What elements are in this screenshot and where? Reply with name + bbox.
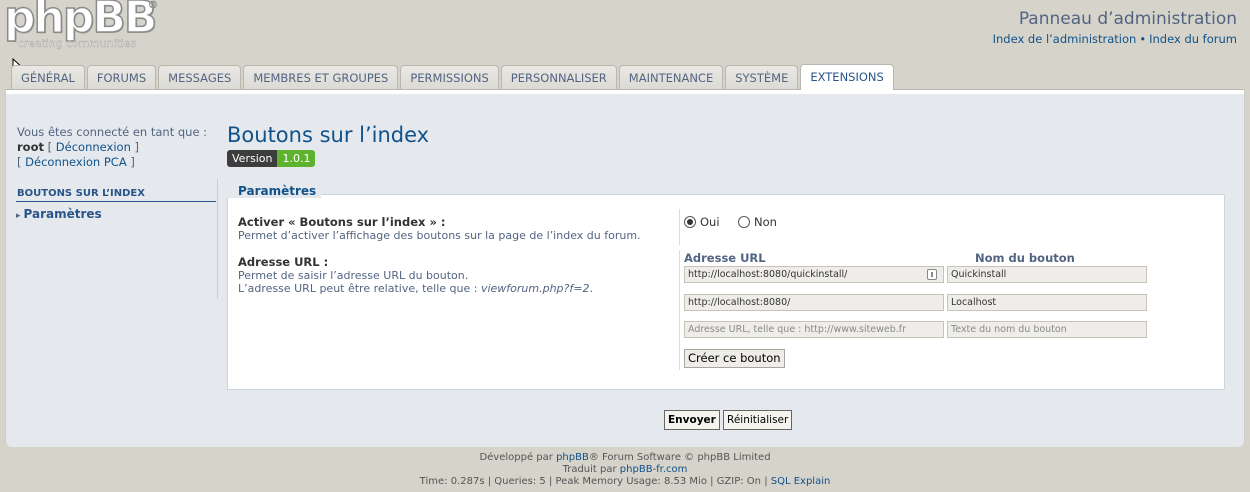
row-divider [679,209,680,245]
radio-non[interactable]: Non [738,215,777,229]
tab-forums[interactable]: FORUMS [86,65,157,89]
footer-debug: Time: 0.287s | Queries: 5 | Peak Memory … [0,476,1250,488]
tab-system[interactable]: SYSTÈME [725,65,799,89]
radio-non-label: Non [754,215,777,229]
tab-extensions[interactable]: EXTENSIONS [800,64,894,90]
tab-members-groups[interactable]: MEMBRES ET GROUPES [243,65,399,89]
url-setting-description: Adresse URL : Permet de saisir l’adresse… [238,255,668,296]
phpbb-fr-link[interactable]: phpBB-fr.com [620,464,688,475]
page-title: Boutons sur l’index [227,123,430,147]
url-label: Adresse URL : [238,255,329,269]
link-separator: • [1139,32,1147,46]
footer-text: ® Forum Software © phpBB Limited [588,452,771,463]
sidebar-divider [217,179,218,299]
radio-selected-icon [684,216,696,228]
url-explain-example: viewforum.php?f=2 [480,282,590,295]
footer: Développé par phpBB® Forum Software © ph… [0,452,1250,488]
logo-tagline: creating communities [18,38,137,50]
main-panel: Vous êtes connecté en tant que : root [ … [5,89,1245,447]
arrow-right-icon: ▸ [16,211,21,221]
sidebar-item-label: Paramètres [23,207,102,221]
logo-wordmark: phpBB [3,0,158,44]
fieldset-legend: Paramètres [227,184,322,198]
admin-index-link[interactable]: Index de l’administration [993,32,1137,46]
new-button-name-input[interactable]: Texte du nom du bouton [947,321,1147,338]
tab-customise[interactable]: PERSONNALISER [500,65,617,89]
column-header-name: Nom du bouton [975,251,1075,265]
tab-general[interactable]: GÉNÉRAL [11,65,85,89]
reset-button[interactable]: Réinitialiser [723,410,793,430]
radio-oui[interactable]: Oui [684,215,720,229]
create-button-button[interactable]: Créer ce bouton [684,349,785,368]
enable-setting-description: Activer « Boutons sur l’index » : Permet… [238,215,668,243]
button-name-input[interactable]: Localhost [947,294,1147,311]
logout-link[interactable]: Déconnexion [56,140,131,154]
phpbb-logo[interactable]: phpBB ® creating communities [2,0,162,56]
button-url-input[interactable]: http://localhost:8080/quickinstall/ [684,266,944,283]
tab-permissions[interactable]: PERMISSIONS [400,65,499,89]
enable-explain: Permet d’activer l’affichage des boutons… [238,229,641,242]
footer-text: Développé par [479,452,557,463]
panel-top-strip [6,90,1244,94]
password-manager-icon[interactable] [927,269,937,280]
forum-index-link[interactable]: Index du forum [1149,32,1237,46]
tab-maintenance[interactable]: MAINTENANCE [618,65,724,89]
submit-button[interactable]: Envoyer [664,410,720,430]
column-header-url: Adresse URL [684,251,766,265]
footer-text: Traduit par [562,464,620,475]
admin-panel-title: Panneau d’administration [1018,9,1237,29]
button-url-input[interactable]: http://localhost:8080/ [684,294,944,311]
button-url-value: http://localhost:8080/quickinstall/ [688,269,848,280]
debug-stats: Time: 0.287s | Queries: 5 | Peak Memory … [419,476,771,487]
settings-fieldset: Activer « Boutons sur l’index » : Permet… [227,194,1225,390]
url-explain-1: Permet de saisir l’adresse URL du bouton… [238,269,469,282]
url-explain-2: L’adresse URL peut être relative, telle … [238,282,478,295]
logo-registered-mark: ® [148,0,159,11]
login-info: Vous êtes connecté en tant que : root [ … [17,125,208,169]
tab-messages[interactable]: MESSAGES [158,65,242,89]
main-tabs: GÉNÉRAL FORUMS MESSAGES MEMBRES ET GROUP… [11,64,896,90]
logout-acp-link[interactable]: Déconnexion PCA [25,155,127,169]
header-links: Index de l’administration • Index du forum [993,32,1237,46]
enable-label: Activer « Boutons sur l’index » : [238,215,446,229]
version-number: 1.0.1 [277,150,316,167]
footer-copyright: Développé par phpBB® Forum Software © ph… [0,452,1250,464]
phpbb-link[interactable]: phpBB [556,452,589,463]
row-divider [679,250,680,370]
username: root [17,140,44,154]
connected-as-text: Vous êtes connecté en tant que : [17,125,208,139]
version-label: Version [227,150,278,167]
button-name-input[interactable]: Quickinstall [947,266,1147,283]
radio-unselected-icon [738,216,750,228]
sidebar-menu-title: BOUTONS SUR L’INDEX [16,188,216,202]
sidebar-item-parametres[interactable]: ▸ Paramètres [16,207,102,221]
radio-oui-label: Oui [700,215,720,229]
new-button-url-input[interactable]: Adresse URL, telle que : http://www.site… [684,321,944,338]
url-explain-end: . [589,282,593,295]
sql-explain-link[interactable]: SQL Explain [771,476,831,487]
version-badge: Version 1.0.1 [227,150,316,167]
footer-translation: Traduit par phpBB-fr.com [0,464,1250,476]
